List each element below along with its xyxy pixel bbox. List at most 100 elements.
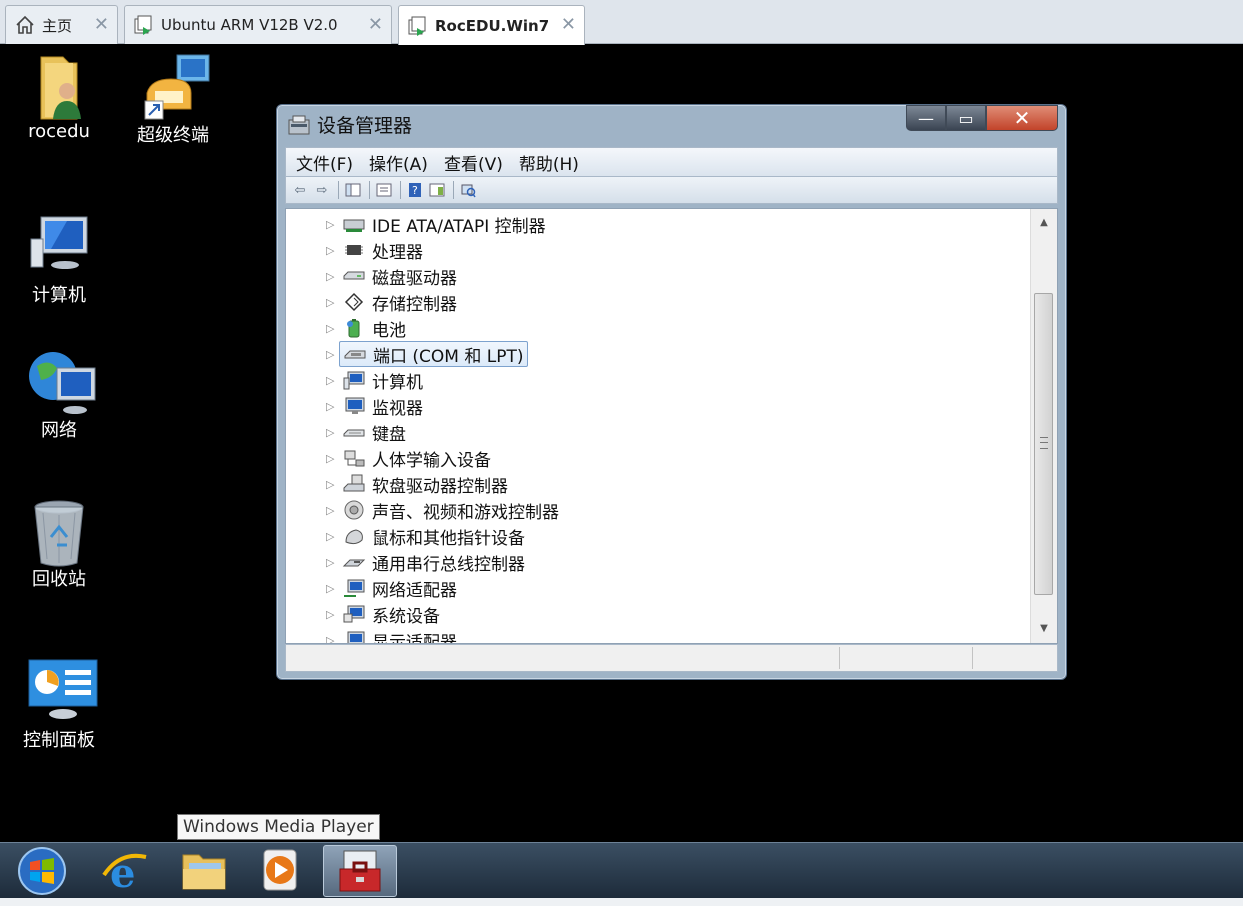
forward-arrow-icon[interactable]: ⇨	[312, 180, 332, 200]
expand-arrow-icon[interactable]: ▷	[326, 530, 336, 543]
expand-arrow-icon[interactable]: ▷	[326, 504, 336, 517]
tree-node[interactable]: ▷ 显示适配器	[286, 627, 1031, 644]
tree-node[interactable]: ▷ 计算机	[286, 367, 1031, 393]
expand-arrow-icon[interactable]: ▷	[326, 478, 336, 491]
tree-node-content[interactable]: 监视器	[342, 394, 423, 419]
tree-node-content[interactable]: 计算机	[342, 368, 423, 393]
tree-node-content[interactable]: 磁盘驱动器	[342, 264, 457, 289]
tab-home[interactable]: 主页 ✕	[5, 5, 118, 44]
tree-node[interactable]: ▷ 处理器	[286, 237, 1031, 263]
scan-hardware-icon[interactable]	[458, 180, 478, 200]
tree-node-content[interactable]: 键盘	[342, 420, 406, 445]
expand-arrow-icon[interactable]: ▷	[326, 608, 336, 621]
close-icon[interactable]: ✕	[368, 14, 383, 35]
disk-drive-icon	[342, 266, 366, 286]
toolbox-icon	[339, 850, 381, 892]
tree-node-content[interactable]: 人体学输入设备	[342, 446, 491, 471]
menu-view[interactable]: 查看(V)	[444, 150, 503, 175]
mouse-icon	[342, 526, 366, 546]
window-title-bar[interactable]: 设备管理器	[287, 111, 412, 138]
close-icon[interactable]: ✕	[561, 14, 576, 35]
tree-node-content[interactable]: 系统设备	[342, 602, 440, 627]
tree-node[interactable]: ▷ 系统设备	[286, 601, 1031, 627]
tree-node-content[interactable]: 鼠标和其他指针设备	[342, 524, 525, 549]
tree-node-label: 键盘	[372, 424, 406, 445]
tab-rocedu-win7[interactable]: RocEDU.Win7 ✕	[398, 5, 585, 45]
tree-node-content[interactable]: 处理器	[342, 238, 423, 263]
tree-node[interactable]: ▷ 软盘驱动器控制器	[286, 471, 1031, 497]
tree-node-content[interactable]: 软盘驱动器控制器	[342, 472, 508, 497]
desktop-icon-computer[interactable]: 计算机	[9, 213, 109, 307]
tree-node[interactable]: ▷ 监视器	[286, 393, 1031, 419]
taskbar-device-manager[interactable]	[323, 845, 397, 897]
menu-file[interactable]: 文件(F)	[296, 150, 353, 175]
tree-node[interactable]: ▷ 网络适配器	[286, 575, 1031, 601]
expand-arrow-icon[interactable]: ▷	[326, 556, 336, 569]
tree-node[interactable]: ▷ 鼠标和其他指针设备	[286, 523, 1031, 549]
minimize-button[interactable]: —	[906, 105, 946, 131]
tree-node-content[interactable]: 网络适配器	[342, 576, 457, 601]
tree-node-content[interactable]: 声音、视频和游戏控制器	[342, 498, 559, 523]
desktop-icon-network[interactable]: 网络	[9, 348, 109, 442]
scroll-down-icon[interactable]: ▼	[1031, 617, 1057, 639]
tree-node[interactable]: ▷ 存储控制器	[286, 289, 1031, 315]
tree-node[interactable]: ▷ IDE ATA/ATAPI 控制器	[286, 211, 1031, 237]
expand-arrow-icon[interactable]: ▷	[326, 270, 336, 283]
expand-arrow-icon[interactable]: ▷	[326, 244, 336, 257]
desktop-icon-rocedu[interactable]: rocedu	[9, 53, 109, 142]
expand-arrow-icon[interactable]: ▷	[326, 322, 336, 335]
expand-arrow-icon[interactable]: ▷	[326, 400, 336, 413]
expand-arrow-icon[interactable]: ▷	[326, 426, 336, 439]
expand-arrow-icon[interactable]: ▷	[326, 374, 336, 387]
tree-node-content[interactable]: 端口 (COM 和 LPT)	[339, 341, 528, 367]
expand-arrow-icon[interactable]: ▷	[326, 452, 336, 465]
hyperterminal-icon	[141, 53, 210, 120]
close-icon[interactable]: ✕	[94, 14, 109, 35]
tree-node[interactable]: ▷ 键盘	[286, 419, 1031, 445]
start-button[interactable]	[7, 845, 77, 897]
menu-bar: 文件(F) 操作(A) 查看(V) 帮助(H)	[285, 147, 1058, 177]
show-hide-tree-icon[interactable]	[343, 180, 363, 200]
tree-node-label: 端口 (COM 和 LPT)	[373, 346, 524, 367]
expand-arrow-icon[interactable]: ▷	[326, 582, 336, 595]
expand-arrow-icon[interactable]: ▷	[326, 348, 336, 361]
expand-arrow-icon[interactable]: ▷	[326, 634, 336, 644]
expand-arrow-icon[interactable]: ▷	[326, 296, 336, 309]
network-adapter-icon	[342, 578, 366, 598]
vertical-scrollbar[interactable]: ▲ ▼	[1030, 209, 1057, 643]
maximize-button[interactable]: ▭	[946, 105, 986, 131]
properties-icon[interactable]	[374, 180, 394, 200]
device-tree-list: ▷ IDE ATA/ATAPI 控制器 ▷ 处理器 ▷ 磁盘驱动器 ▷ 存储控制器 ▷ 电池 ▷ 端口…	[286, 211, 1031, 644]
back-arrow-icon[interactable]: ⇦	[290, 180, 310, 200]
taskbar-ie[interactable]: e	[90, 845, 160, 897]
tree-node[interactable]: ▷ 声音、视频和游戏控制器	[286, 497, 1031, 523]
taskbar-media-player[interactable]	[245, 845, 315, 897]
tree-node-label: 系统设备	[372, 606, 440, 627]
tree-node[interactable]: ▷ 人体学输入设备	[286, 445, 1031, 471]
taskbar-explorer[interactable]	[170, 845, 240, 897]
menu-action[interactable]: 操作(A)	[369, 150, 428, 175]
action-pane-icon[interactable]	[427, 180, 447, 200]
expand-arrow-icon[interactable]: ▷	[326, 218, 336, 231]
tab-label: Ubuntu ARM V12B V2.0	[161, 16, 338, 34]
tree-node-content[interactable]: 电池	[342, 316, 406, 341]
scroll-thumb[interactable]	[1034, 293, 1053, 595]
tree-node-content[interactable]: IDE ATA/ATAPI 控制器	[342, 212, 546, 237]
scroll-up-icon[interactable]: ▲	[1031, 211, 1057, 233]
close-button[interactable]: ✕	[986, 105, 1058, 131]
tree-node-content[interactable]: 通用串行总线控制器	[342, 550, 525, 575]
tree-node[interactable]: ▷ 通用串行总线控制器	[286, 549, 1031, 575]
tree-node[interactable]: ▷ 电池	[286, 315, 1031, 341]
toolbar-separator	[369, 181, 370, 199]
tree-node[interactable]: ▷ 端口 (COM 和 LPT)	[286, 341, 1031, 367]
host-tab-bar: 主页 ✕ Ubuntu ARM V12B V2.0 ✕ RocEDU.Win7 …	[0, 0, 1243, 45]
desktop-icon-recycle-bin[interactable]: 回收站	[9, 497, 109, 591]
tree-node-content[interactable]: 存储控制器	[342, 290, 457, 315]
tab-ubuntu-arm[interactable]: Ubuntu ARM V12B V2.0 ✕	[124, 5, 392, 44]
desktop-icon-hyperterminal[interactable]: 超级终端	[123, 53, 223, 147]
menu-help[interactable]: 帮助(H)	[519, 150, 579, 175]
tree-node[interactable]: ▷ 磁盘驱动器	[286, 263, 1031, 289]
help-icon[interactable]: ?	[405, 180, 425, 200]
desktop-icon-control-panel[interactable]: 控制面板	[9, 658, 109, 752]
tree-node-content[interactable]: 显示适配器	[342, 628, 457, 643]
